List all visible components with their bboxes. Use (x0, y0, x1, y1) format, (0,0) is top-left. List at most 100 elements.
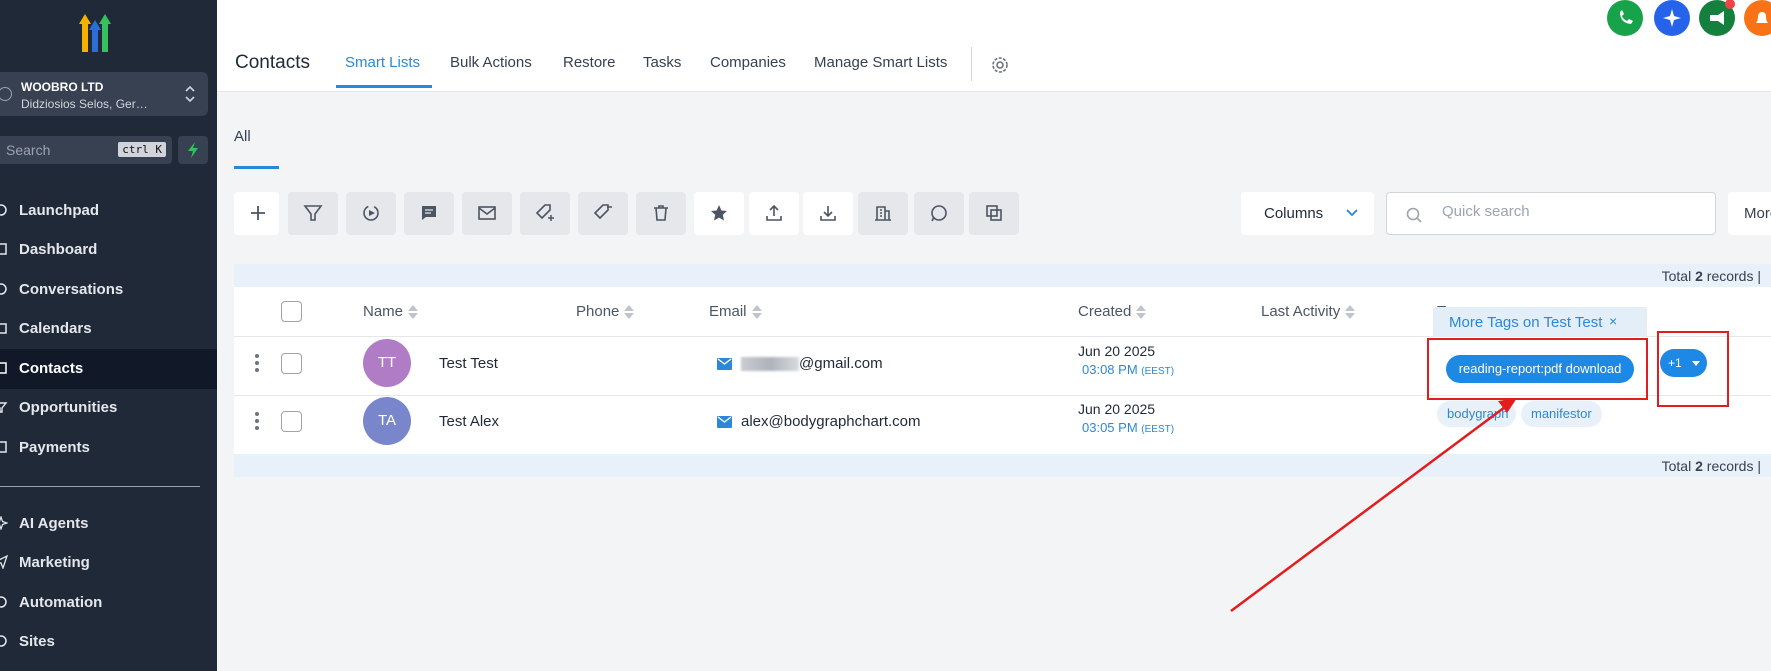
avatar: TA (363, 397, 411, 445)
send-icon (0, 555, 8, 569)
close-icon[interactable]: × (1609, 313, 1617, 329)
send-sms-button[interactable] (404, 192, 454, 235)
sidebar-item-sites[interactable]: Sites (0, 622, 217, 662)
sidebar-item-label: Launchpad (19, 202, 100, 219)
tab-restore[interactable]: Restore (563, 54, 616, 71)
export-button[interactable] (749, 192, 799, 235)
column-header-phone[interactable]: Phone (576, 303, 635, 320)
remove-tag-button[interactable] (578, 192, 628, 235)
column-header-label: Name (363, 303, 404, 320)
row-menu-icon[interactable] (254, 353, 260, 373)
add-contact-button[interactable] (234, 192, 279, 235)
filter-icon (0, 402, 8, 413)
quick-search-input[interactable] (1442, 203, 1692, 220)
whatsapp-button[interactable] (914, 192, 964, 235)
sidebar-item-contacts[interactable]: Contacts (0, 349, 217, 389)
tab-manage-smart-lists[interactable]: Manage Smart Lists (814, 54, 947, 71)
filter-icon (303, 205, 323, 221)
filter-button[interactable] (288, 192, 338, 235)
import-button[interactable] (803, 192, 853, 235)
sidebar-item-opportunities[interactable]: Opportunities (0, 388, 217, 428)
row-checkbox[interactable] (281, 411, 302, 432)
more-tags-popover: More Tags on Test Test × (1433, 307, 1647, 337)
sort-icon (1136, 305, 1147, 320)
sidebar-item-conversations[interactable]: Conversations (0, 270, 217, 310)
quick-search[interactable] (1386, 192, 1716, 235)
gear-icon[interactable] (989, 54, 1011, 76)
column-header-created[interactable]: Created (1078, 303, 1147, 320)
sparkle-icon (1663, 9, 1681, 27)
tab-tasks[interactable]: Tasks (643, 54, 681, 71)
sidebar-item-label: Conversations (19, 281, 124, 298)
tab-companies[interactable]: Companies (710, 54, 786, 71)
tag-pill[interactable]: manifestor (1521, 401, 1602, 427)
sidebar-item-payments[interactable]: Payments (0, 428, 217, 468)
delete-button[interactable] (636, 192, 686, 235)
message-icon (422, 206, 436, 220)
active-tab-indicator (336, 85, 432, 88)
chat-icon (0, 283, 7, 295)
email-domain: @gmail.com (799, 355, 883, 372)
chevron-down-icon (1346, 209, 1358, 217)
notifications-button[interactable] (1744, 0, 1771, 36)
quick-actions-button[interactable] (178, 136, 208, 164)
favorite-button[interactable] (694, 192, 744, 235)
column-header-last-activity[interactable]: Last Activity (1261, 303, 1356, 320)
row-menu-icon[interactable] (254, 411, 260, 431)
sidebar-item-marketing[interactable]: Marketing (0, 543, 217, 583)
sidebar-item-dashboard[interactable]: Dashboard (0, 230, 217, 270)
redacted-text (741, 357, 799, 372)
tag-pill[interactable]: bodygraph (1437, 401, 1516, 427)
page-title: Contacts (235, 52, 310, 73)
sidebar-item-calendars[interactable]: Calendars (0, 309, 217, 349)
chevron-updown-icon (185, 85, 195, 103)
send-email-button[interactable] (462, 192, 512, 235)
sidebar-item-automation[interactable]: Automation (0, 583, 217, 623)
tag-plus-icon (535, 204, 554, 221)
columns-dropdown[interactable]: Columns (1241, 192, 1374, 235)
search-icon (1406, 207, 1422, 223)
column-header-name[interactable]: Name (363, 303, 419, 320)
annotation-box-more (1657, 331, 1729, 407)
bell-icon (1756, 12, 1768, 23)
more-label: More (1744, 205, 1771, 222)
account-name: WOOBRO LTD (21, 80, 104, 94)
merge-button[interactable] (969, 192, 1019, 235)
companies-button[interactable] (858, 192, 908, 235)
tab-bulk-actions[interactable]: Bulk Actions (450, 54, 532, 71)
column-header-email[interactable]: Email (709, 303, 763, 320)
tag-minus-icon (593, 204, 612, 220)
row-checkbox[interactable] (281, 353, 302, 374)
app-logo[interactable] (71, 12, 119, 54)
ai-assist-button[interactable] (1654, 0, 1690, 36)
building-icon (875, 206, 891, 221)
sidebar-search-placeholder: Search (6, 142, 51, 158)
contact-email[interactable]: alex@bodygraphchart.com (741, 413, 921, 430)
column-header-label: Created (1078, 303, 1132, 320)
contact-name[interactable]: Test Test (439, 355, 498, 372)
contact-name[interactable]: Test Alex (439, 413, 499, 430)
contact-email[interactable]: @gmail.com (741, 355, 883, 372)
download-icon (820, 206, 836, 221)
created-date: Jun 20 2025 (1078, 343, 1156, 359)
add-to-workflow-button[interactable] (346, 192, 396, 235)
sidebar-item-ai-agents[interactable]: AI Agents (0, 504, 217, 544)
sidebar-search[interactable]: Search ctrl K (0, 136, 172, 164)
add-tag-button[interactable] (520, 192, 570, 235)
more-filters-button[interactable]: More (1728, 192, 1771, 235)
email-icon (717, 358, 732, 370)
account-switcher[interactable]: WOOBRO LTD Didziosios Selos, Germany (0, 72, 208, 116)
smart-list-tab-all[interactable]: All (234, 128, 251, 145)
announcements-button[interactable] (1699, 0, 1735, 36)
globe-icon (0, 635, 7, 647)
select-all-checkbox[interactable] (281, 301, 302, 322)
sidebar-item-launchpad[interactable]: Launchpad (0, 191, 217, 231)
megaphone-icon (1710, 0, 1735, 25)
timezone: (EEST) (1141, 424, 1175, 435)
top-header: Contacts Smart Lists Bulk Actions Restor… (217, 0, 1771, 92)
sort-icon (751, 305, 762, 320)
phone-button[interactable] (1607, 0, 1643, 36)
tab-smart-lists[interactable]: Smart Lists (345, 54, 420, 71)
created-time-value: 03:05 PM (1082, 420, 1138, 435)
sidebar-item-label: Payments (19, 439, 90, 456)
